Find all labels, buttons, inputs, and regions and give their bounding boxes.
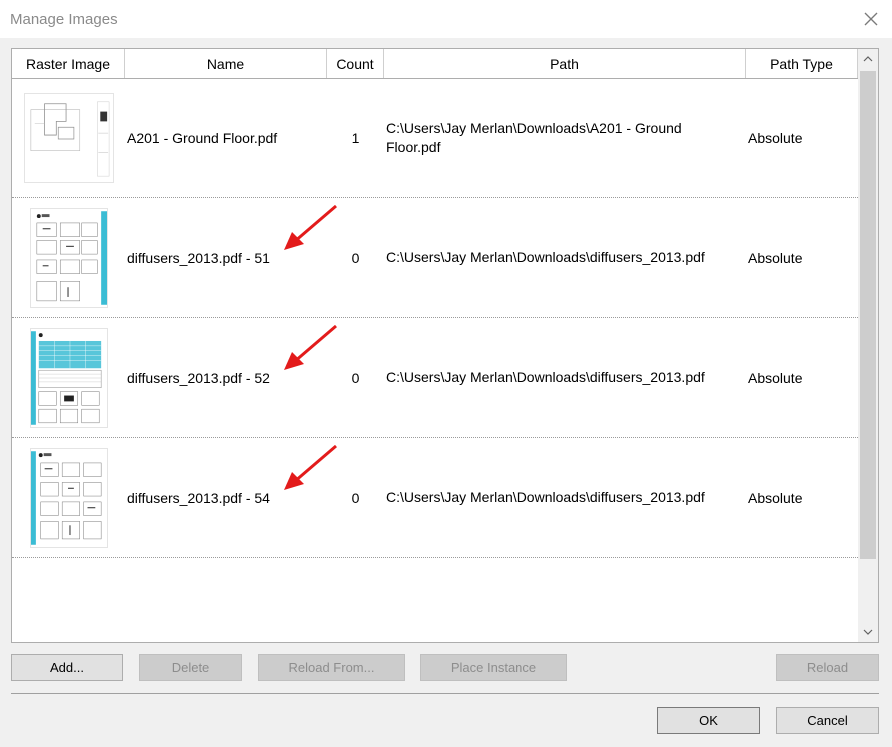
- images-list[interactable]: Raster Image Name Count Path Path Type A…: [11, 48, 879, 643]
- table-row[interactable]: diffusers_2013.pdf - 52 0 C:\Users\Jay M…: [12, 318, 858, 438]
- dialog-title: Manage Images: [10, 11, 118, 28]
- title-bar: Manage Images: [0, 0, 892, 38]
- diffuser-table-thumbnail: [29, 327, 108, 428]
- image-path-type: Absolute: [748, 249, 803, 266]
- image-count: 0: [351, 369, 360, 386]
- scroll-down-button[interactable]: [858, 622, 878, 642]
- delete-button[interactable]: Delete: [139, 654, 242, 681]
- image-count: 0: [351, 249, 360, 266]
- diffuser-sheet-thumbnail: [29, 447, 108, 548]
- scroll-up-button[interactable]: [858, 49, 878, 69]
- column-header-raster-image[interactable]: Raster Image: [12, 49, 125, 78]
- chevron-down-icon: [863, 629, 873, 635]
- add-button[interactable]: Add...: [11, 654, 123, 681]
- list-rows: A201 - Ground Floor.pdf 1 C:\Users\Jay M…: [12, 79, 858, 558]
- scrollbar-thumb[interactable]: [860, 71, 876, 559]
- image-name: diffusers_2013.pdf - 54: [127, 489, 270, 506]
- table-row[interactable]: diffusers_2013.pdf - 51 0 C:\Users\Jay M…: [12, 198, 858, 318]
- list-header: Raster Image Name Count Path Path Type: [12, 49, 858, 79]
- column-header-path[interactable]: Path: [384, 49, 746, 78]
- separator: [11, 693, 879, 694]
- close-icon: [864, 12, 878, 26]
- image-path-type: Absolute: [748, 130, 803, 146]
- floor-plan-thumbnail: [23, 93, 114, 183]
- column-header-path-type[interactable]: Path Type: [746, 49, 858, 78]
- place-instance-button[interactable]: Place Instance: [420, 654, 567, 681]
- chevron-up-icon: [863, 56, 873, 62]
- image-path: C:\Users\Jay Merlan\Downloads\A201 - Gro…: [386, 120, 682, 155]
- image-count: 0: [351, 489, 360, 506]
- image-name: diffusers_2013.pdf - 51: [127, 249, 270, 266]
- image-name: A201 - Ground Floor.pdf: [127, 130, 278, 146]
- close-button[interactable]: [860, 8, 882, 30]
- table-row[interactable]: diffusers_2013.pdf - 54 0 C:\Users\Jay M…: [12, 438, 858, 558]
- reload-button[interactable]: Reload: [776, 654, 879, 681]
- raster-image-cell: [12, 79, 125, 197]
- image-path: C:\Users\Jay Merlan\Downloads\diffusers_…: [386, 369, 705, 385]
- diffuser-sheet-thumbnail: [29, 207, 108, 308]
- column-header-name[interactable]: Name: [125, 49, 327, 78]
- reload-from-button[interactable]: Reload From...: [258, 654, 405, 681]
- table-row[interactable]: A201 - Ground Floor.pdf 1 C:\Users\Jay M…: [12, 79, 858, 198]
- cancel-button[interactable]: Cancel: [776, 707, 879, 734]
- image-count: 1: [351, 130, 360, 146]
- image-path-type: Absolute: [748, 489, 803, 506]
- image-path: C:\Users\Jay Merlan\Downloads\diffusers_…: [386, 249, 705, 265]
- image-path: C:\Users\Jay Merlan\Downloads\diffusers_…: [386, 489, 705, 505]
- image-path-type: Absolute: [748, 369, 803, 386]
- raster-image-cell: [12, 438, 125, 557]
- column-header-count[interactable]: Count: [327, 49, 384, 78]
- image-name: diffusers_2013.pdf - 52: [127, 369, 270, 386]
- ok-button[interactable]: OK: [657, 707, 760, 734]
- vertical-scrollbar[interactable]: [858, 49, 878, 642]
- raster-image-cell: [12, 318, 125, 437]
- raster-image-cell: [12, 198, 125, 317]
